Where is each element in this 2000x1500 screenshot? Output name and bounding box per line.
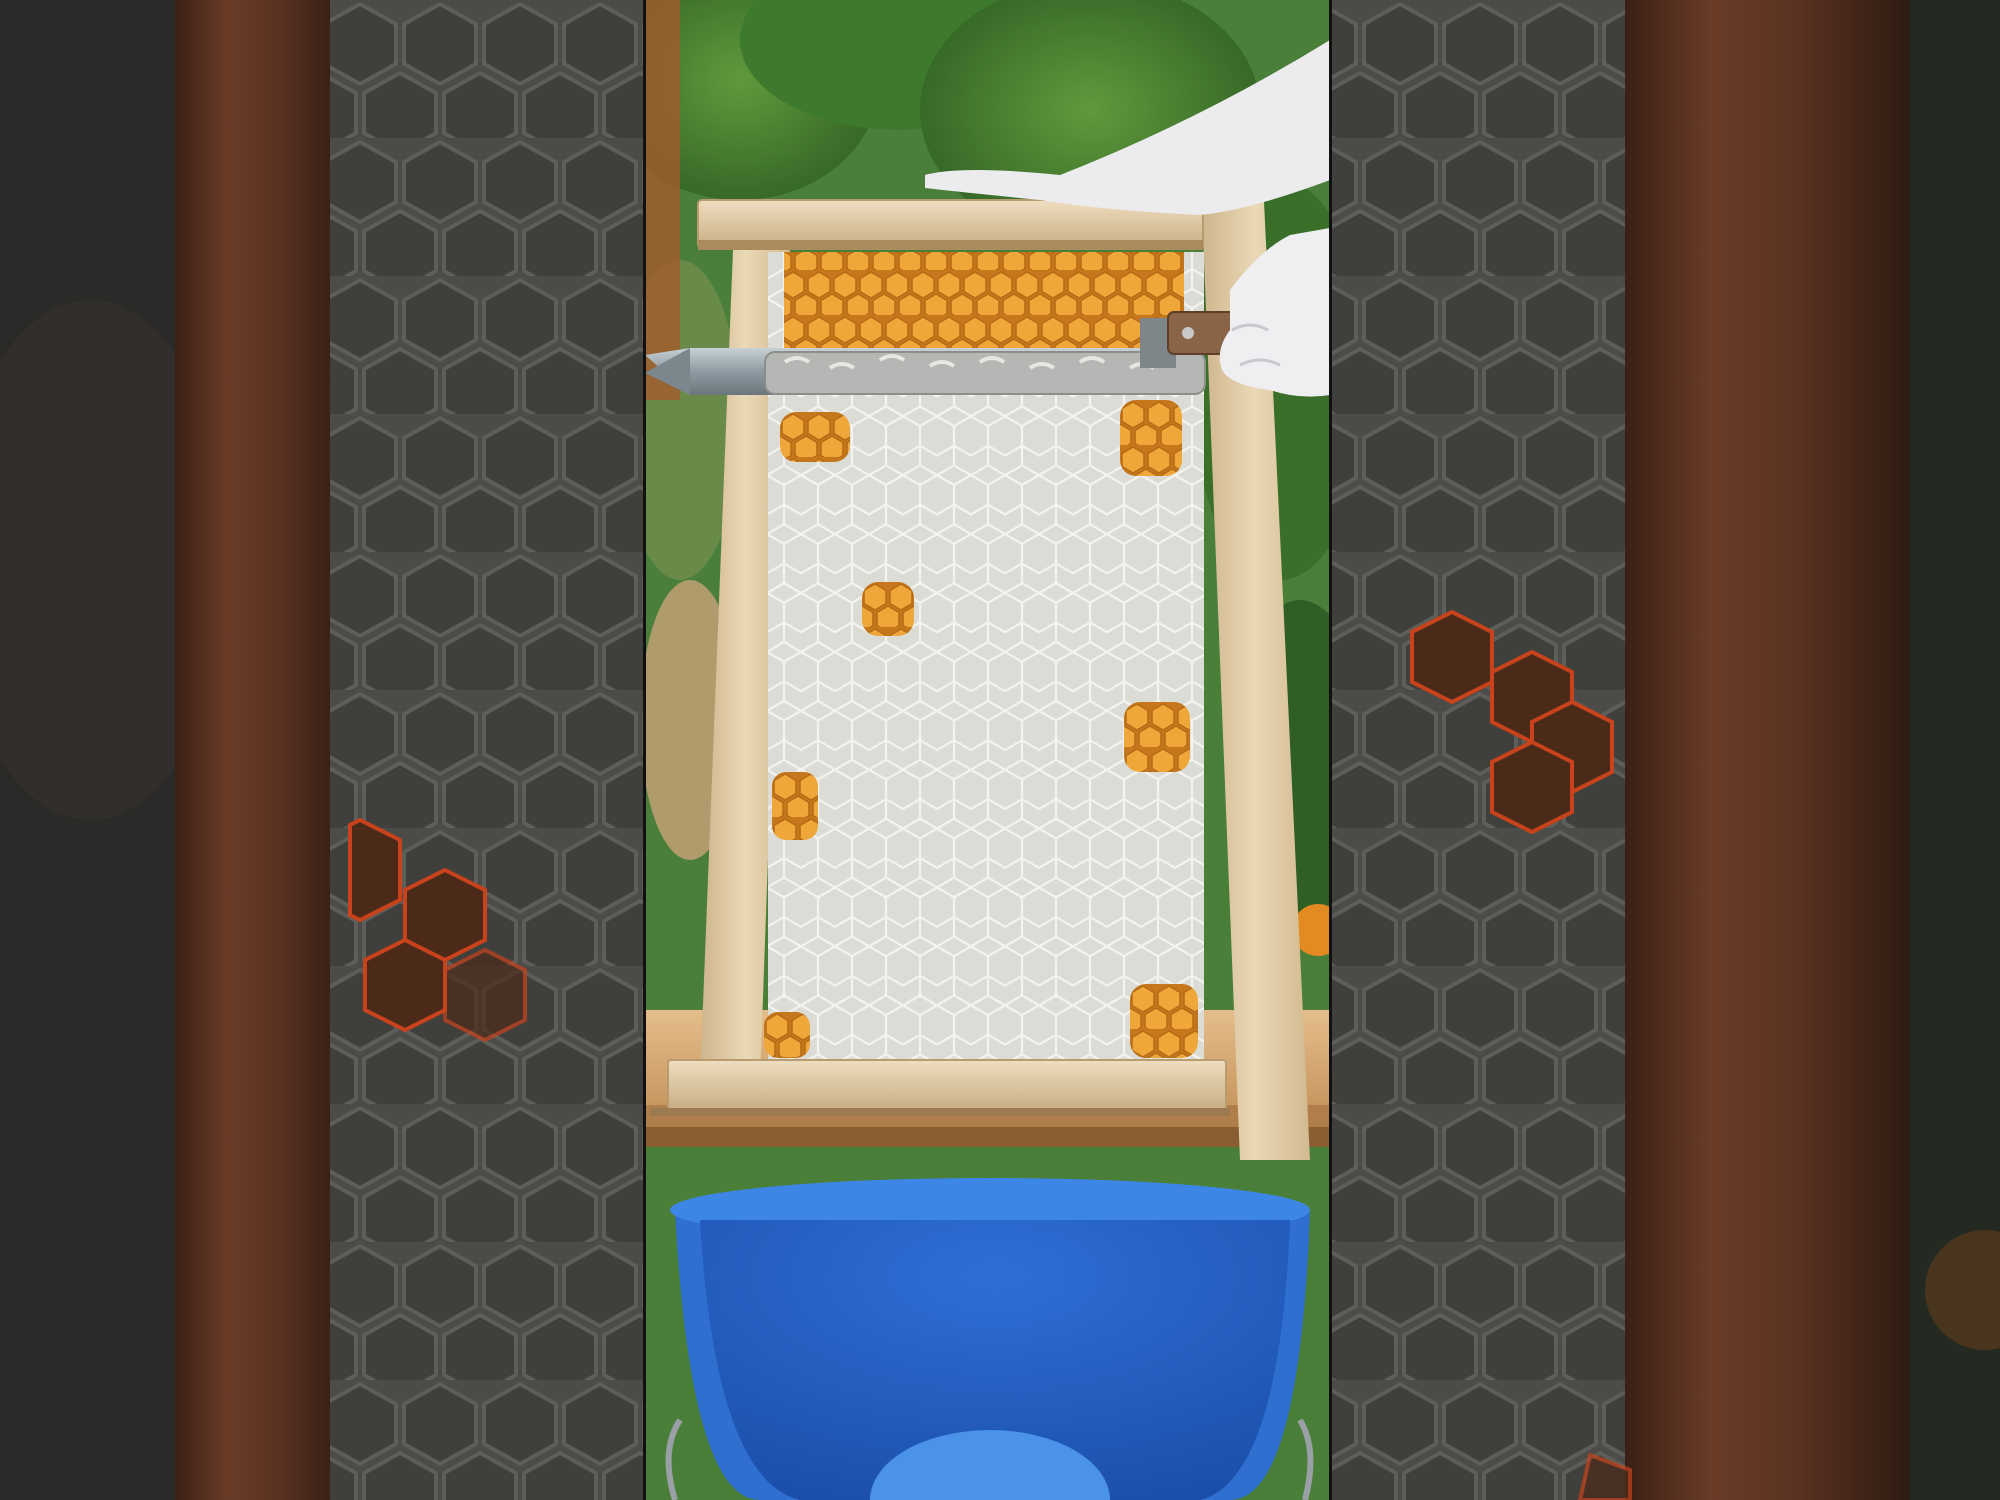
honey-patch [772, 772, 818, 840]
honey-patch [1130, 984, 1198, 1058]
honey-patch [1124, 702, 1190, 772]
honey-patch [862, 582, 914, 636]
honey-patch [1120, 400, 1182, 476]
bucket-icon [665, 1178, 1314, 1500]
blurred-background-right [1330, 0, 2000, 1500]
honey-patch [780, 412, 850, 462]
uncapped-honey-area [784, 252, 1184, 360]
honey-patch [764, 1012, 810, 1058]
blurred-background-left [0, 0, 645, 1500]
game-viewport[interactable] [600, 0, 1370, 1500]
game-stage [0, 0, 2000, 1500]
game-canvas[interactable] [0, 0, 2000, 1500]
